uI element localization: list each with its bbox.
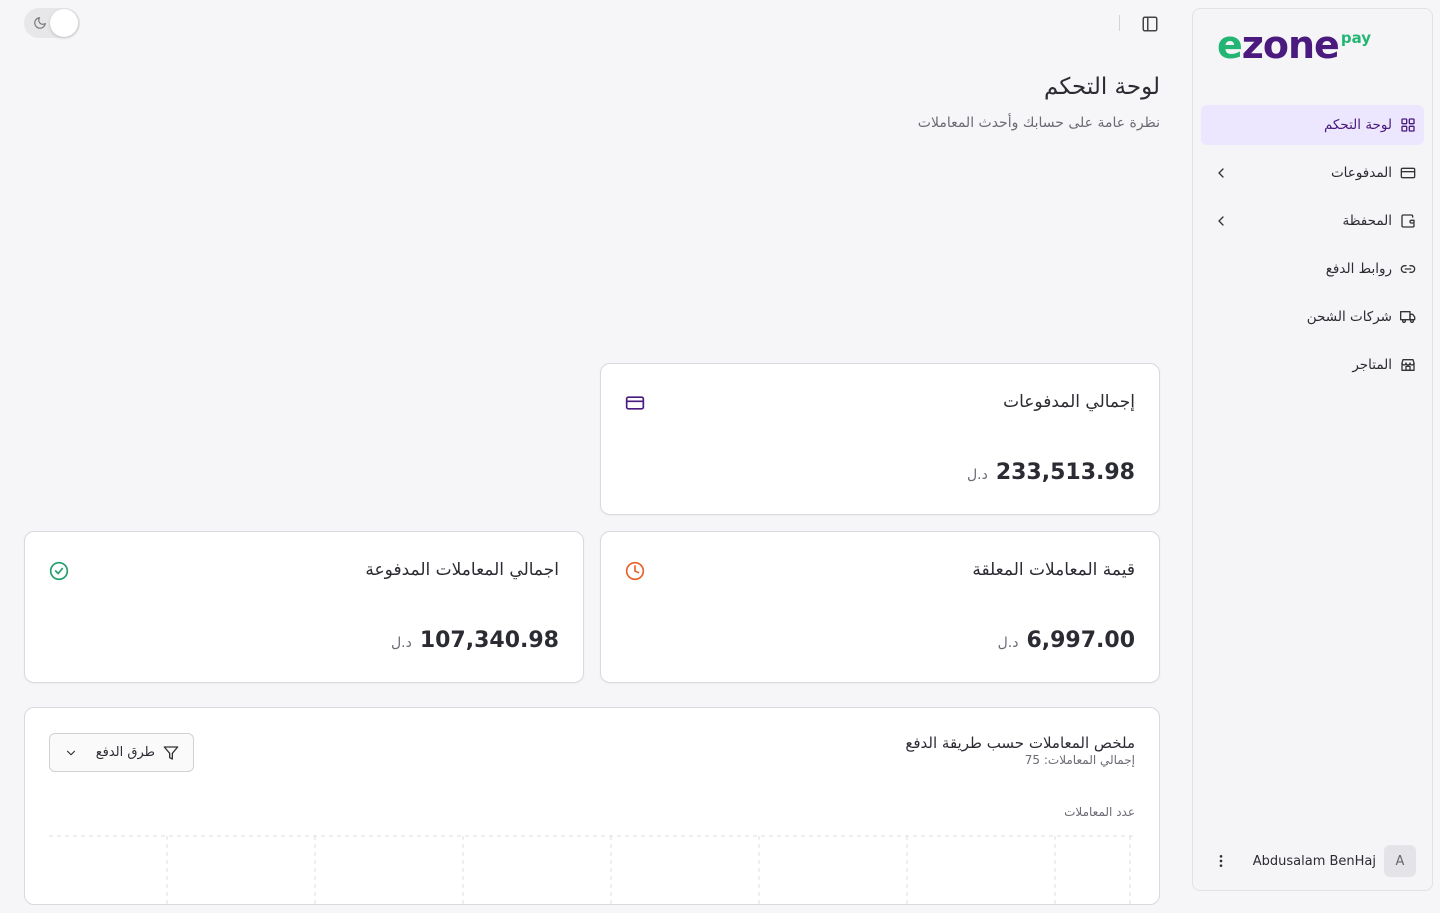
sidebar-item-label: لوحة التحكم (1323, 117, 1392, 133)
sidebar: ezonepay لوحة التحكم المدفوعات المحفظة (1192, 8, 1433, 891)
card-amount: 6,997.00 (1026, 628, 1135, 653)
transactions-summary: ملخص المعاملات حسب طريقة الدفع إجمالي ال… (24, 707, 1160, 905)
page-title: لوحة التحكم (1044, 74, 1160, 100)
sidebar-item-label: المتاجر (1352, 357, 1392, 373)
sidebar-item-label: المدفوعات (1330, 165, 1392, 181)
nav-spacer (1213, 117, 1229, 133)
moon-icon (34, 17, 46, 29)
dashboard-grid-icon (1401, 118, 1415, 132)
sidebar-item-shipping[interactable]: شركات الشحن (1201, 297, 1424, 337)
credit-card-icon (625, 396, 645, 410)
sidebar-item-label: المحفظة (1342, 213, 1392, 229)
avatar: A (1384, 845, 1416, 877)
check-circle-icon (49, 561, 69, 581)
store-icon (1401, 359, 1415, 371)
card-value: 6,997.00 د.ل (998, 628, 1135, 653)
card-title: إجمالي المدفوعات (1003, 392, 1135, 412)
sidebar-item-wallet[interactable]: المحفظة (1201, 201, 1424, 241)
nav-spacer (1213, 309, 1229, 325)
page-subtitle: نظرة عامة على حسابك وأحدث المعاملات (917, 115, 1160, 131)
payment-methods-filter[interactable]: طرق الدفع (49, 733, 194, 772)
chevron-down-icon (66, 750, 76, 755)
user-profile[interactable]: Abdusalam BenHaj A (1201, 843, 1424, 879)
more-vertical-icon[interactable] (1213, 853, 1229, 869)
sidebar-item-label: شركات الشحن (1306, 309, 1392, 325)
wallet-icon (1401, 214, 1415, 228)
card-title: قيمة المعاملات المعلقة (972, 560, 1135, 580)
paid-total-card: اجمالي المعاملات المدفوعة 107,340.98 د.ل (24, 531, 584, 683)
sidebar-item-payment-links[interactable]: روابط الدفع (1201, 249, 1424, 289)
pending-value-card: قيمة المعاملات المعلقة 6,997.00 د.ل (600, 531, 1160, 683)
sidebar-item-label: روابط الدفع (1325, 261, 1392, 277)
nav-spacer (1213, 357, 1229, 373)
card-title: اجمالي المعاملات المدفوعة (365, 560, 559, 580)
chevron-left-icon[interactable] (1213, 213, 1229, 229)
logo-zone: zone (1241, 23, 1340, 67)
header-divider (1119, 15, 1120, 31)
currency-label: د.ل (997, 635, 1019, 651)
sidebar-nav: لوحة التحكم المدفوعات المحفظة روابط الدف… (1201, 105, 1424, 393)
filter-icon (163, 745, 179, 760)
sidebar-item-payments[interactable]: المدفوعات (1201, 153, 1424, 193)
logo-pay: pay (1340, 29, 1372, 47)
total-payments-card: إجمالي المدفوعات 233,513.98 د.ل (600, 363, 1160, 515)
credit-card-icon (1400, 167, 1416, 179)
currency-label: د.ل (390, 635, 412, 651)
chart-grid (49, 835, 1137, 904)
sidebar-item-stores[interactable]: المتاجر (1201, 345, 1424, 385)
filter-label: طرق الدفع (95, 745, 155, 760)
chevron-left-icon[interactable] (1213, 165, 1229, 181)
clock-icon (625, 561, 645, 581)
y-axis-label: عدد المعاملات (1064, 805, 1135, 819)
nav-spacer (1213, 261, 1229, 277)
sidebar-toggle-icon[interactable] (1141, 15, 1159, 33)
card-amount: 107,340.98 (419, 628, 559, 653)
link-icon (1400, 265, 1416, 273)
logo-e: e (1217, 23, 1243, 67)
truck-icon (1400, 311, 1416, 323)
currency-label: د.ل (966, 467, 988, 483)
user-name: Abdusalam BenHaj (1252, 853, 1376, 869)
ezone-pay-logo[interactable]: e zone pay (1217, 23, 1371, 67)
card-value: 107,340.98 د.ل (391, 628, 559, 653)
card-amount: 233,513.98 (995, 460, 1135, 485)
theme-toggle[interactable] (24, 8, 80, 38)
sidebar-item-dashboard[interactable]: لوحة التحكم (1201, 105, 1424, 145)
toggle-knob (50, 9, 78, 37)
summary-subtitle: إجمالي المعاملات: 75 (1024, 753, 1135, 767)
card-value: 233,513.98 د.ل (967, 460, 1135, 485)
summary-title: ملخص المعاملات حسب طريقة الدفع (905, 734, 1135, 752)
